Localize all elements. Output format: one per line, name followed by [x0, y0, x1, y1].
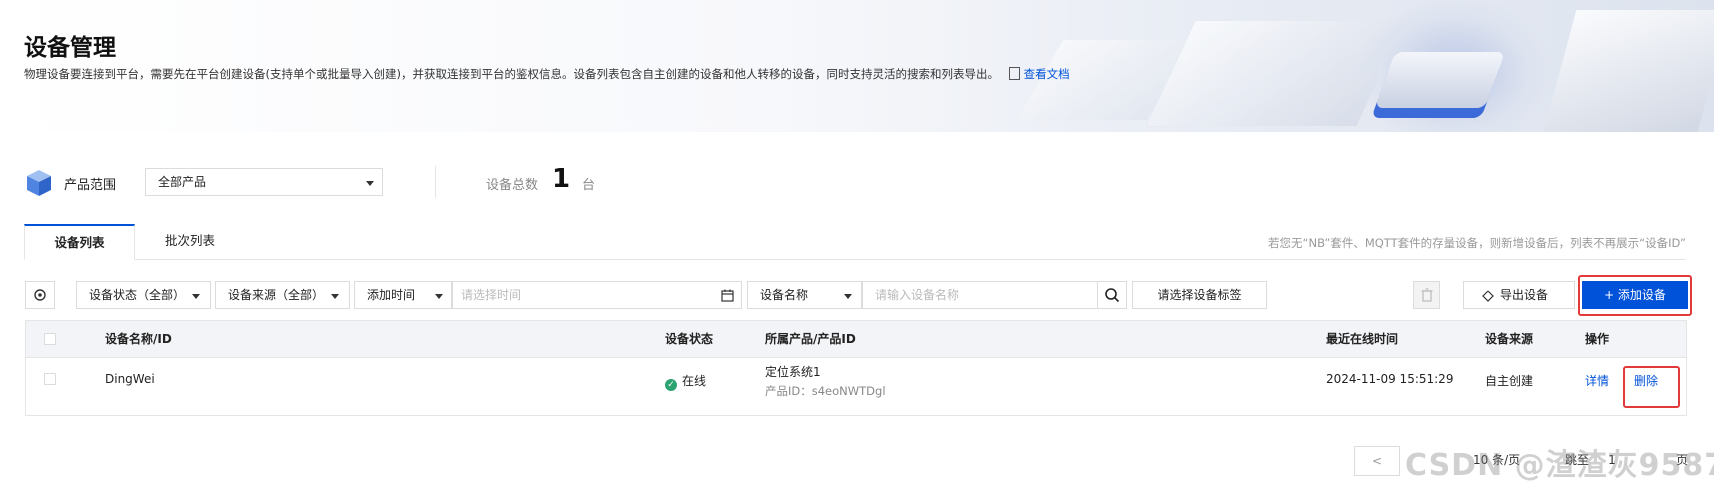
detail-link[interactable]: 详情: [1585, 372, 1609, 389]
add-device-label: + 添加设备: [1604, 288, 1666, 302]
caret-down-icon: [366, 181, 374, 186]
caret-down-icon: [192, 294, 200, 299]
device-source: 自主创建: [1485, 374, 1534, 388]
caret-down-icon: [844, 294, 852, 299]
view-docs-link[interactable]: 查看文档: [1024, 67, 1070, 81]
highlight-box: [1623, 366, 1680, 408]
export-devices-button[interactable]: 导出设备: [1463, 281, 1575, 309]
search-field-value: 设备名称: [760, 288, 809, 302]
hint-text: 若您无“NB”套件、MQTT套件的存量设备，则新增设备后，列表不再展示“设备ID…: [1268, 236, 1686, 250]
device-tag-button[interactable]: 请选择设备标签: [1132, 281, 1267, 309]
column-header: 最近在线时间: [1326, 332, 1399, 346]
settings-button[interactable]: [25, 281, 55, 309]
device-name: DingWei: [105, 372, 155, 386]
product-name: 定位系统1: [765, 365, 821, 379]
product-scope-select[interactable]: 全部产品: [145, 168, 383, 196]
page-title: 设备管理: [24, 35, 116, 61]
export-icon: [1482, 290, 1494, 302]
prev-page-button[interactable]: <: [1354, 446, 1400, 476]
time-type-value: 添加时间: [367, 288, 416, 302]
banner-decoration: [1543, 10, 1714, 132]
watermark: CSDN @渣渣灰9587: [1405, 448, 1714, 483]
last-online-time: 2024-11-09 15:51:29: [1326, 372, 1454, 386]
document-icon: [1008, 67, 1020, 80]
page-description: 物理设备要连接到平台，需要先在平台创建设备(支持单个或批量导入创建)，并获取连接…: [24, 66, 1070, 82]
caret-down-icon: [435, 294, 443, 299]
column-header: 设备来源: [1485, 332, 1534, 346]
row-checkbox[interactable]: [44, 373, 56, 385]
settings-icon: [34, 289, 46, 301]
device-source-filter-value: 设备来源（全部）: [228, 288, 325, 302]
tabs-divider: [24, 259, 1686, 260]
check-circle-icon: ✓: [665, 379, 677, 391]
product-scope-value: 全部产品: [158, 175, 207, 189]
search-button[interactable]: [1097, 281, 1127, 309]
calendar-icon[interactable]: [721, 289, 734, 302]
banner-decoration: [1374, 52, 1506, 108]
divider: [435, 166, 436, 198]
device-status-text: 在线: [682, 374, 707, 388]
time-type-select[interactable]: 添加时间: [354, 281, 452, 309]
column-header: 所属产品/产品ID: [765, 332, 856, 346]
product-scope-label: 产品范围: [64, 178, 117, 193]
search-placeholder: 请输入设备名称: [875, 288, 960, 302]
tab-device-list[interactable]: 设备列表: [24, 224, 135, 260]
trash-icon: [1421, 288, 1433, 302]
search-field-select[interactable]: 设备名称: [747, 281, 862, 309]
device-count-label: 设备总数: [486, 178, 539, 193]
device-source-filter[interactable]: 设备来源（全部）: [215, 281, 350, 309]
device-count-unit: 台: [582, 178, 596, 193]
column-header: 操作: [1585, 332, 1610, 346]
export-label: 导出设备: [1500, 288, 1549, 302]
tab-batch-list[interactable]: 批次列表: [140, 224, 240, 260]
table-header: 设备名称/ID 设备状态 所属产品/产品ID 最近在线时间 设备来源 操作: [26, 321, 1686, 358]
select-all-checkbox[interactable]: [44, 333, 56, 345]
device-status-filter[interactable]: 设备状态（全部）: [76, 281, 211, 309]
column-header: 设备名称/ID: [105, 332, 172, 346]
device-table: 设备名称/ID 设备状态 所属产品/产品ID 最近在线时间 设备来源 操作 Di…: [25, 320, 1687, 416]
search-icon: [1105, 288, 1120, 303]
add-device-button[interactable]: + 添加设备: [1582, 281, 1688, 309]
device-tag-label: 请选择设备标签: [1157, 288, 1242, 302]
device-status: ✓ 在线: [665, 372, 706, 391]
device-name-search-input[interactable]: 请输入设备名称: [862, 281, 1098, 309]
product-id: 产品ID：s4eoNWTDgl: [765, 384, 886, 398]
caret-down-icon: [331, 294, 339, 299]
device-count-value: 1: [552, 164, 571, 194]
description-text: 物理设备要连接到平台，需要先在平台创建设备(支持单个或批量导入创建)，并获取连接…: [24, 67, 999, 81]
chevron-left-icon: <: [1371, 454, 1383, 468]
time-range-placeholder: 请选择时间: [461, 288, 522, 302]
device-status-filter-value: 设备状态（全部）: [89, 288, 186, 302]
delete-batch-button[interactable]: [1413, 281, 1440, 309]
time-range-input[interactable]: 请选择时间: [452, 281, 742, 309]
product-cube-icon: [27, 170, 51, 196]
column-header: 设备状态: [665, 332, 714, 346]
